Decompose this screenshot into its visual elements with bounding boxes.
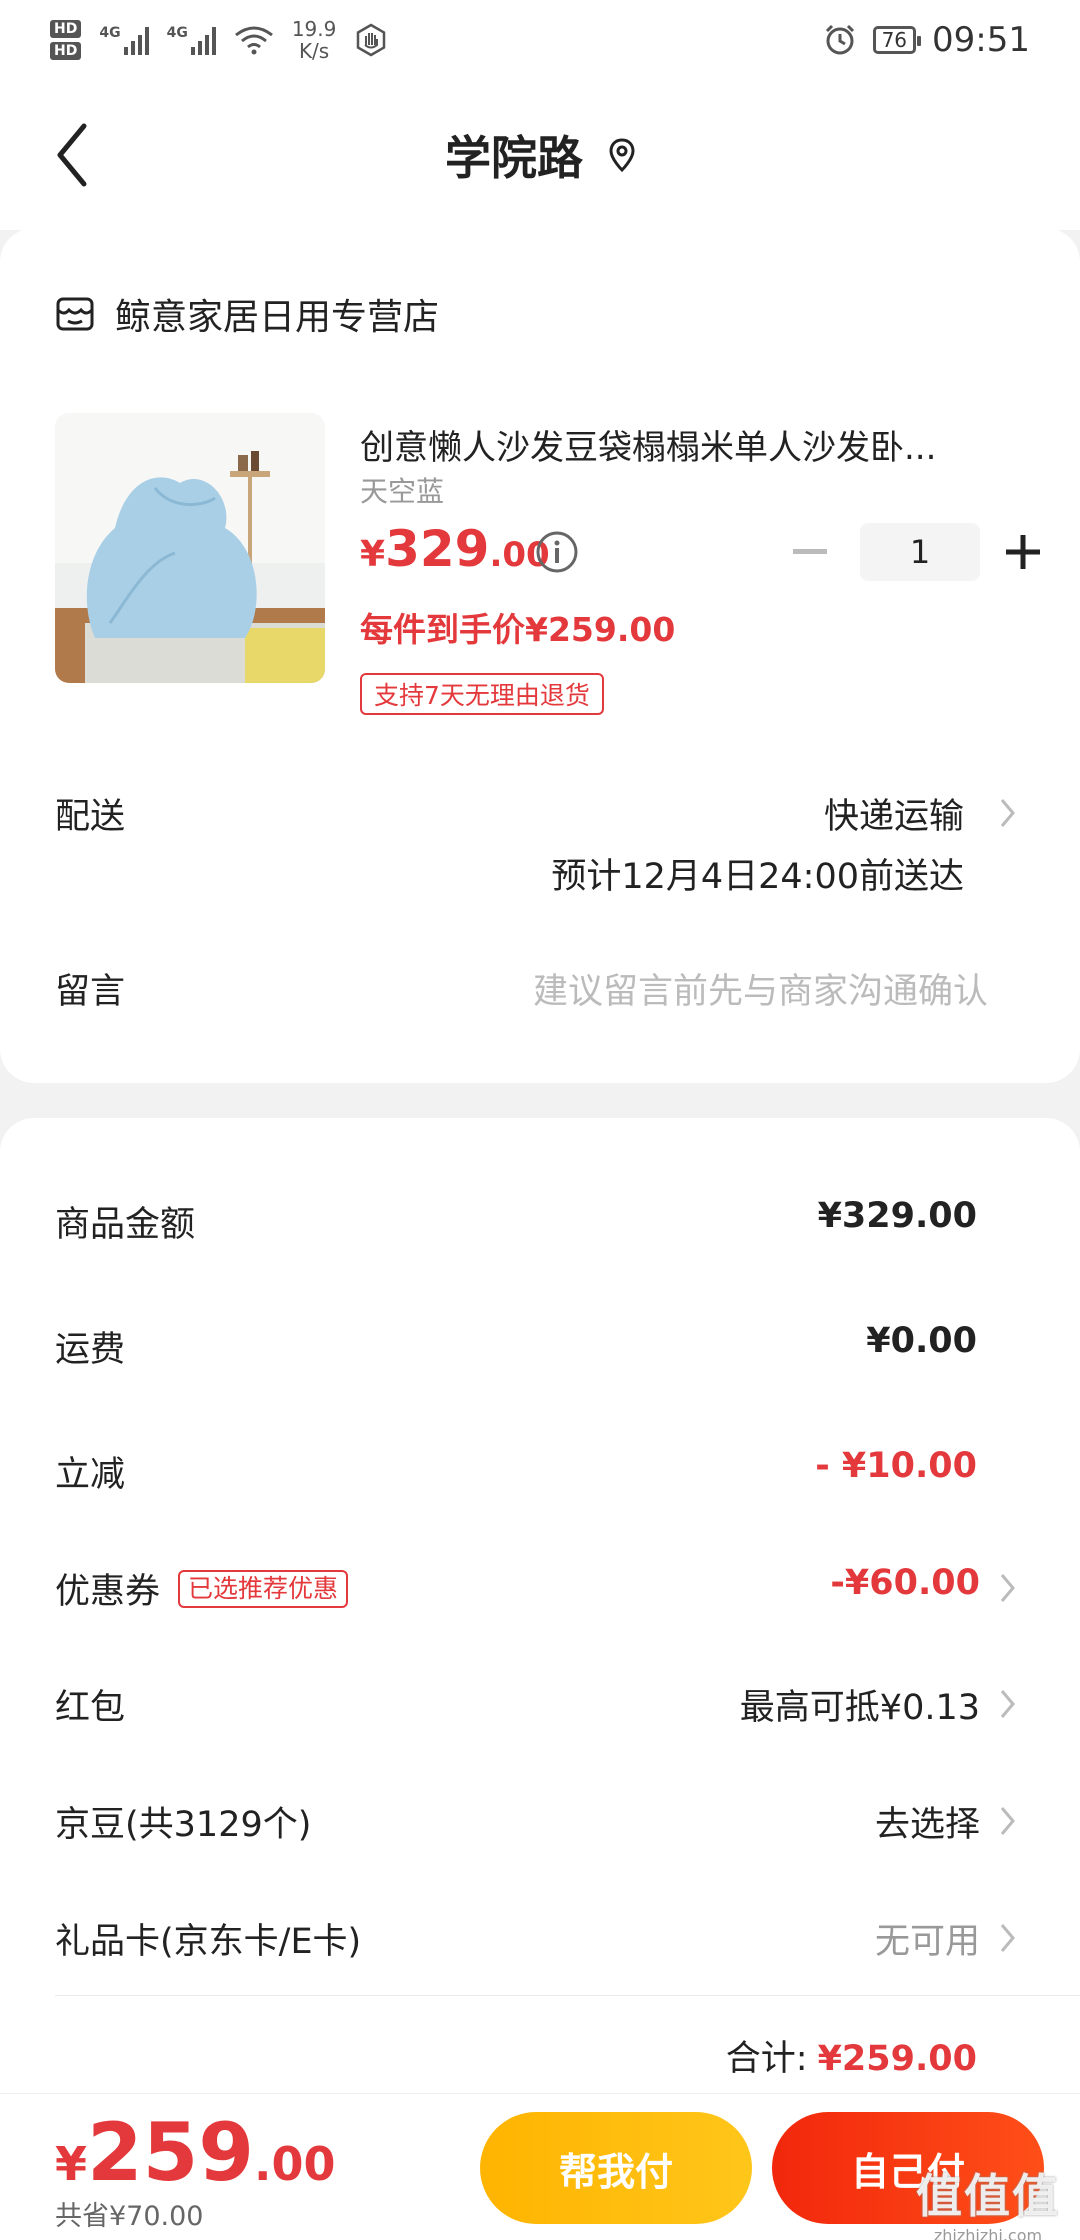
- payable-currency: ¥: [55, 2137, 88, 2191]
- chevron-right-icon: [1000, 1690, 1015, 1718]
- watermark-logo: 值值值: [916, 2169, 1060, 2223]
- network-speed: 19.9 K/s: [292, 18, 337, 62]
- goods-amount-label: 商品金额: [55, 1205, 196, 1245]
- clock: 09:51: [932, 20, 1030, 60]
- delivery-method[interactable]: 快递运输: [824, 788, 964, 839]
- cell-signal-icon-2: 4G: [167, 25, 216, 55]
- note-input[interactable]: 建议留言前先与商家沟通确认: [533, 963, 988, 1014]
- battery-indicator: 76: [872, 26, 922, 54]
- coupon-row[interactable]: 优惠券 已选推荐优惠 -¥60.00: [0, 1547, 1080, 1627]
- network-type-1: 4G: [99, 25, 121, 41]
- price-integer: 329: [385, 520, 490, 578]
- quantity-plus-button[interactable]: [998, 527, 1048, 577]
- location-pin-icon: [609, 138, 635, 172]
- coupon-badge: 已选推荐优惠: [178, 1569, 349, 1608]
- jingdou-value: 去选择: [874, 1805, 980, 1845]
- unit-final-price: 每件到手价¥259.00: [360, 610, 676, 649]
- instant-discount-row: 立减 - ¥10.00: [0, 1430, 1080, 1510]
- watermark-url: zhizhizhi.com: [933, 2226, 1043, 2240]
- shipping-value: ¥0.00: [866, 1321, 977, 1361]
- product-title[interactable]: 创意懒人沙发豆袋榻榻米单人沙发卧...: [360, 420, 1020, 469]
- gift-card-value: 无可用: [874, 1922, 980, 1962]
- red-packet-row[interactable]: 红包 最高可抵¥0.13: [0, 1663, 1080, 1743]
- coupon-value: -¥60.00: [830, 1563, 980, 1603]
- shop-name: 鲸意家居日用专营店: [115, 297, 440, 338]
- product-price: ¥ 329 .00: [360, 520, 550, 578]
- goods-amount-value: ¥329.00: [817, 1196, 977, 1236]
- quantity-minus-button[interactable]: [785, 527, 835, 577]
- payable-amount: ¥ 259 .00: [55, 2106, 336, 2199]
- wifi-icon: [234, 26, 273, 55]
- help-me-pay-button[interactable]: 帮我付: [480, 2112, 752, 2224]
- coupon-label-group: 优惠券 已选推荐优惠: [55, 1563, 349, 1614]
- shipping-row: 运费 ¥0.00: [0, 1305, 1080, 1385]
- total-value: ¥259.00: [817, 2039, 977, 2079]
- gift-card-label: 礼品卡(京东卡/E卡): [55, 1922, 362, 1962]
- hand-hexagon-icon: [357, 23, 386, 57]
- chevron-right-icon: [1000, 1574, 1015, 1602]
- quantity-value[interactable]: 1: [860, 523, 980, 581]
- jingdou-label: 京豆(共3129个): [55, 1805, 312, 1845]
- status-bar: HD HD 4G 4G 19.9 K/s 76 09:51: [0, 0, 1080, 80]
- payable-decimal: .00: [254, 2137, 336, 2191]
- back-button[interactable]: [52, 122, 112, 192]
- address-title[interactable]: 学院路: [445, 122, 635, 188]
- delivery-label: 配送: [55, 797, 126, 837]
- red-packet-value: 最高可抵¥0.13: [739, 1688, 980, 1728]
- status-right: 76 09:51: [823, 20, 1030, 60]
- chevron-right-icon: [1000, 1807, 1015, 1835]
- product-variant: 天空蓝: [360, 475, 445, 508]
- order-total: 合计: ¥259.00: [726, 2030, 977, 2081]
- speed-value: 19.9: [291, 17, 337, 41]
- shop-row[interactable]: 鲸意家居日用专营店: [55, 288, 439, 340]
- status-left: HD HD 4G 4G 19.9 K/s: [50, 18, 388, 62]
- plus-icon: [1006, 535, 1040, 569]
- coupon-label: 优惠券: [55, 1572, 161, 1612]
- total-label: 合计:: [725, 2039, 808, 2079]
- red-packet-label: 红包: [55, 1688, 126, 1728]
- summary-divider: [55, 1995, 1080, 1996]
- chevron-right-icon: [1000, 799, 1015, 827]
- delivery-eta: 预计12月4日24:00前送达: [551, 857, 964, 897]
- price-currency: ¥: [360, 534, 386, 575]
- total-saved: 共省¥70.00: [55, 2201, 204, 2232]
- shop-icon: [56, 297, 94, 331]
- jingdou-row[interactable]: 京豆(共3129个) 去选择: [0, 1780, 1080, 1860]
- speed-unit: K/s: [298, 39, 330, 63]
- hd-badge-2: HD: [50, 42, 82, 60]
- price-info-icon[interactable]: [535, 530, 579, 574]
- chevron-left-icon: [57, 123, 87, 187]
- bean-bag-image: [55, 413, 325, 683]
- quantity-stepper: 1: [785, 523, 1048, 581]
- gift-card-row[interactable]: 礼品卡(京东卡/E卡) 无可用: [0, 1897, 1080, 1977]
- instant-discount-value: - ¥10.00: [815, 1446, 977, 1486]
- return-policy-tag: 支持7天无理由退货: [360, 673, 604, 715]
- payable-integer: 259: [87, 2106, 255, 2199]
- chevron-right-icon: [1000, 1924, 1015, 1952]
- shipping-label: 运费: [55, 1330, 126, 1370]
- page-title: 学院路: [445, 131, 583, 185]
- minus-icon: [793, 549, 827, 554]
- network-type-2: 4G: [166, 25, 188, 41]
- watermark: 值值值 zhizhizhi.com: [916, 2160, 1060, 2240]
- goods-amount-row: 商品金额 ¥329.00: [0, 1180, 1080, 1260]
- order-item-card: 鲸意家居日用专营店 创意懒人沙发豆袋榻榻米单人沙发卧... 天空蓝 ¥ 329 …: [0, 228, 1080, 1083]
- product-image[interactable]: [55, 413, 325, 683]
- cell-signal-icon-1: 4G: [99, 25, 149, 55]
- note-label: 留言: [55, 972, 126, 1012]
- instant-discount-label: 立减: [55, 1455, 126, 1495]
- alarm-icon: [825, 24, 854, 55]
- hd-indicators: HD HD: [50, 20, 82, 60]
- nav-bar: 学院路: [0, 80, 1080, 230]
- hd-badge-1: HD: [50, 20, 82, 38]
